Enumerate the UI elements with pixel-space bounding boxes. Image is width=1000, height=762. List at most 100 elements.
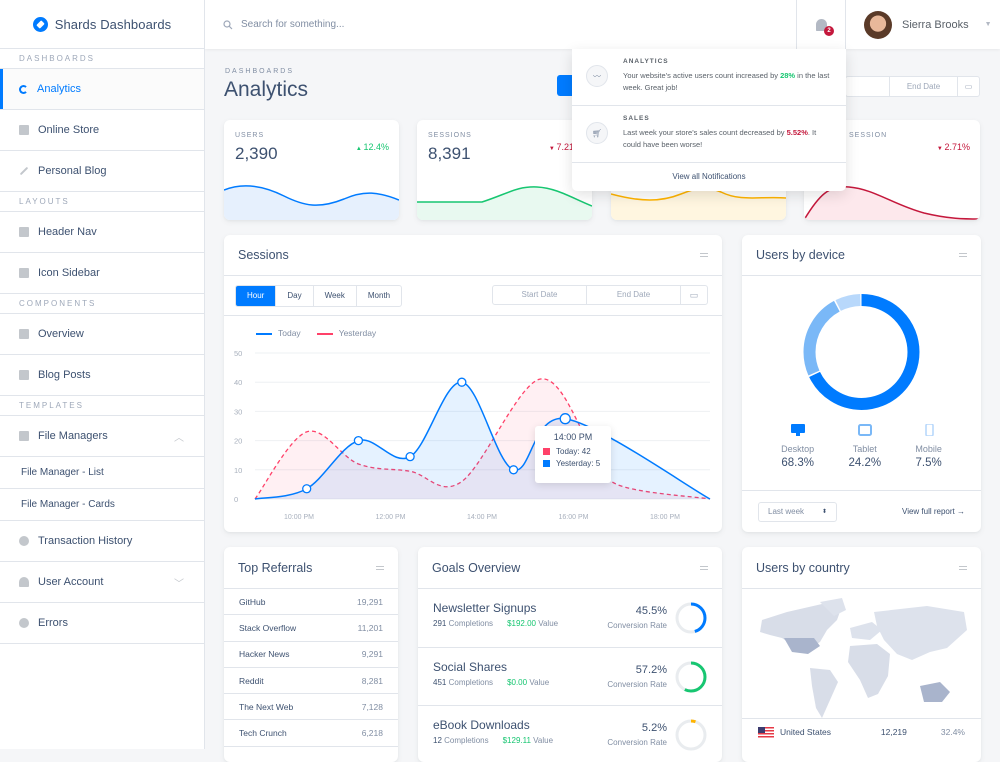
period-month-button[interactable]: Month [357, 286, 401, 306]
referral-name: Reddit [239, 675, 264, 686]
goal-row: eBook Downloads 12 Completions $129.11 Va… [418, 706, 722, 762]
referral-row: GitHub 19,291 [224, 589, 398, 616]
referral-value: 19,291 [357, 596, 383, 607]
card-title: Goals Overview [432, 560, 521, 575]
shards-logo-icon [32, 16, 48, 32]
range-select[interactable]: Last week ⬍ [758, 501, 837, 522]
today-point [457, 377, 467, 387]
sidebar-item-label: Online Store [38, 124, 100, 136]
sidebar-item-errors[interactable]: Errors [0, 603, 204, 644]
sidebar-item-file-manager-list[interactable]: File Manager - List [0, 457, 204, 489]
trend-icon: 〰 [586, 65, 608, 87]
goals-list: Newsletter Signups 291 Completions $192.0… [418, 589, 722, 762]
sidebar-item-header-nav[interactable]: Header Nav [0, 212, 204, 253]
sidebar-icon [19, 268, 29, 278]
card-title: Users by country [756, 560, 850, 575]
menu-icon[interactable] [959, 253, 967, 257]
sidebar-item-label: File Managers [38, 430, 108, 442]
brand[interactable]: Shards Dashboards [0, 0, 204, 49]
analytics-icon [19, 84, 28, 94]
sidebar-item-label: Header Nav [38, 226, 97, 238]
user-name: Sierra Brooks [902, 18, 969, 31]
notification-item-sales[interactable]: 🛒︎ SALES Last week your store's sales co… [572, 106, 846, 163]
y-tick-label: 20 [234, 437, 242, 446]
referral-value: 6,218 [361, 728, 383, 739]
menu-icon[interactable] [376, 565, 384, 570]
brand-name: Shards Dashboards [54, 16, 172, 32]
us-flag-icon [758, 726, 774, 738]
stat-card-sessions: SESSIONS 8,391 ▼ 7.21% [417, 120, 592, 220]
x-tick-label: 10:00 PM [284, 514, 314, 521]
card-title: Sessions [238, 248, 289, 262]
card-title: Users by device [756, 248, 845, 262]
sidebar-item-file-managers[interactable]: File Managers ︿ [0, 416, 204, 457]
page-date-range[interactable]: End Date ▭ [845, 76, 980, 97]
tooltip-today: Today: 42 [556, 447, 591, 456]
view-full-report-link[interactable]: View full report → [902, 507, 965, 516]
notifications-button[interactable]: 2 [796, 0, 846, 49]
legend-today: Today [256, 328, 301, 338]
nav-section-dashboards: DASHBOARDS [0, 49, 204, 69]
mobile-icon [924, 423, 934, 437]
device-desktop: Desktop 68.3% [781, 423, 814, 469]
sidebar-item-overview[interactable]: Overview [0, 314, 204, 355]
referral-row: Tech Crunch 6,218 [224, 720, 398, 747]
period-hour-button[interactable]: Hour [236, 286, 277, 306]
calendar-icon[interactable]: ▭ [681, 290, 707, 301]
search-input[interactable] [241, 19, 541, 30]
stat-value: 2,390 [235, 144, 278, 163]
period-week-button[interactable]: Week [314, 286, 357, 306]
end-date-input[interactable]: End Date [587, 286, 681, 304]
referral-value: 8,281 [361, 675, 383, 686]
stat-label: USERS [235, 132, 265, 139]
start-date-input[interactable]: Start Date [493, 286, 587, 304]
legend-yesterday: Yesterday [316, 328, 376, 338]
cart-icon: 🛒︎ [586, 122, 608, 144]
country-row: United States 12,219 32.4% [742, 718, 981, 745]
chart-legend: Today Yesterday [256, 328, 376, 338]
view-all-notifications-link[interactable]: View all Notifications [572, 163, 846, 191]
pencil-icon [19, 166, 29, 176]
chevron-up-icon: ︿ [174, 432, 184, 444]
y-tick-label: 50 [234, 349, 242, 358]
referral-value: 7,128 [361, 701, 383, 712]
today-point [508, 465, 519, 475]
chevron-down-icon: ﹀ [174, 578, 184, 590]
nav-section-components: COMPONENTS [0, 294, 204, 314]
menu-icon[interactable] [959, 565, 967, 570]
referral-row: Reddit 8,281 [224, 668, 398, 695]
user-menu[interactable]: Sierra Brooks ▼ [846, 10, 1000, 39]
sidebar-item-analytics[interactable]: Analytics [0, 69, 204, 110]
sidebar: Shards Dashboards DASHBOARDS Analytics O… [0, 0, 205, 749]
sessions-chart: 0 10 20 30 40 50 10:00 PM 12:00 PM 14:00 PM 16:00… [234, 349, 711, 521]
sidebar-item-user-account[interactable]: User Account ﹀ [0, 562, 204, 603]
stat-card-users: USERS 2,390 ▲ 12.4% [224, 120, 399, 220]
referrals-list: GitHub 19,291 Stack Overflow 11,201 Hacker N… [224, 589, 398, 747]
stat-label: SESSIONS [428, 132, 472, 139]
referral-value: 9,291 [361, 649, 383, 660]
menu-icon[interactable] [700, 565, 708, 570]
calendar-icon[interactable]: ▭ [957, 77, 979, 96]
posts-icon [19, 370, 29, 380]
sessions-sparkline [417, 186, 592, 220]
error-icon [19, 618, 29, 628]
period-day-button[interactable]: Day [276, 286, 314, 306]
referral-name: Stack Overflow [239, 622, 297, 633]
end-date-input[interactable]: End Date [889, 77, 957, 96]
sidebar-item-icon-sidebar[interactable]: Icon Sidebar [0, 253, 204, 294]
notification-item-analytics[interactable]: 〰 ANALYTICS Your website's active users … [572, 49, 846, 106]
history-icon [19, 536, 29, 546]
device-donut-chart [803, 294, 920, 410]
sidebar-item-blog-posts[interactable]: Blog Posts [0, 355, 204, 396]
sidebar-item-online-store[interactable]: Online Store [0, 110, 204, 151]
tablet-icon [857, 424, 872, 436]
device-tablet: Tablet 24.2% [848, 423, 881, 469]
menu-icon[interactable] [700, 253, 708, 257]
sidebar-item-transaction-history[interactable]: Transaction History [0, 521, 204, 562]
nav-section-layouts: LAYOUTS [0, 192, 204, 212]
sidebar-item-file-manager-cards[interactable]: File Manager - Cards [0, 489, 204, 521]
sidebar-item-personal-blog[interactable]: Personal Blog [0, 151, 204, 192]
page-title: Analytics [224, 78, 309, 101]
x-tick-label: 18:00 PM [650, 514, 680, 521]
x-tick-label: 12:00 PM [376, 514, 406, 521]
